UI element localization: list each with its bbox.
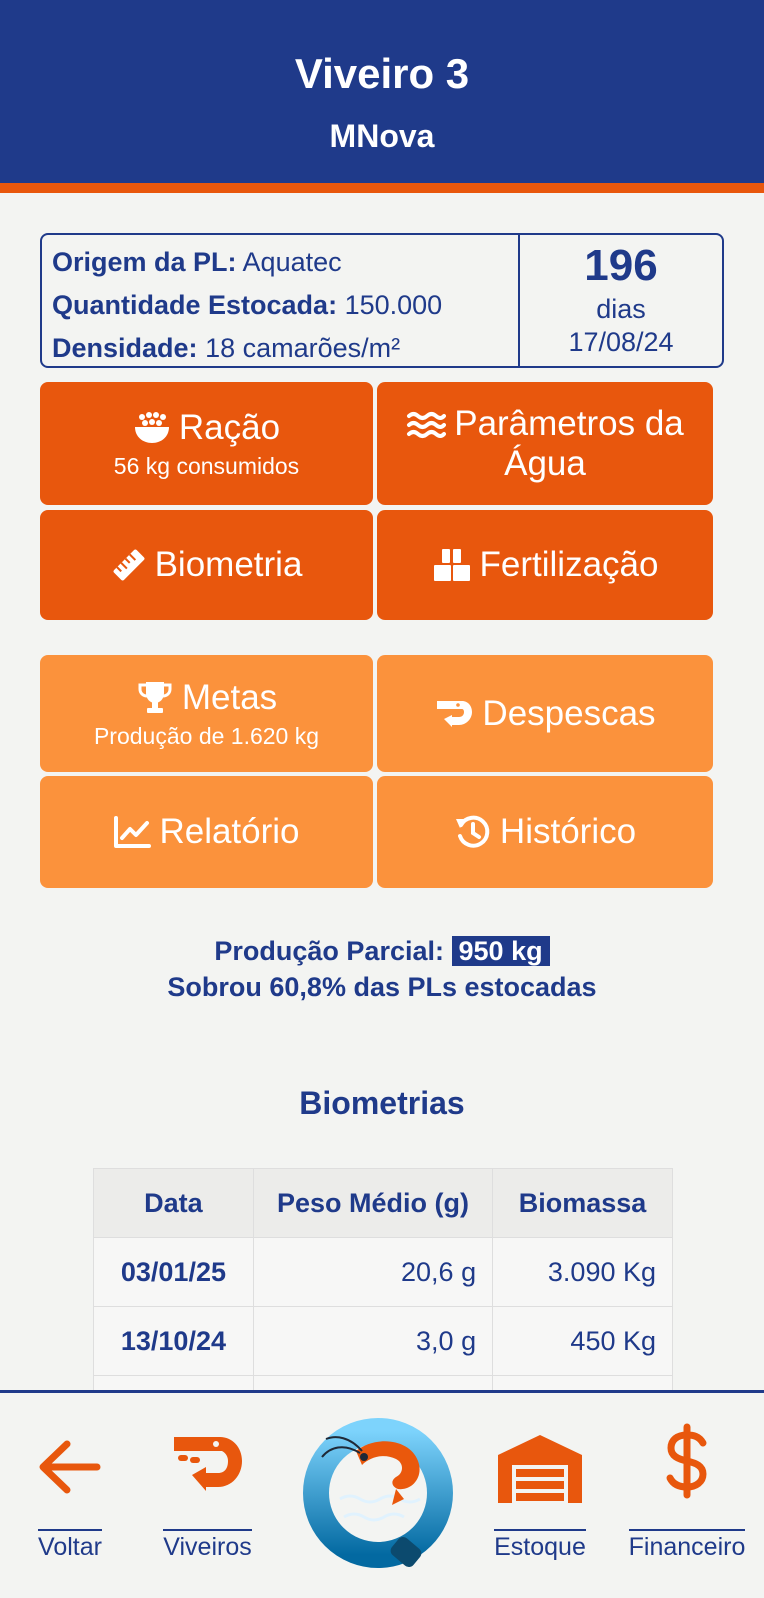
density-label: Densidade:: [52, 333, 198, 363]
cell-biomass: 3.090 Kg: [492, 1237, 673, 1307]
table-row: [93, 1375, 673, 1390]
cell-weight: 20,6 g: [252, 1237, 494, 1307]
days-label: dias: [596, 294, 646, 324]
production-value: 950 kg: [451, 936, 550, 966]
historico-button[interactable]: Histórico: [377, 776, 713, 888]
cell-date: 13/10/24: [93, 1306, 254, 1376]
feed-bowl-icon: [133, 411, 171, 445]
history-icon: [454, 813, 492, 851]
production-label: Produção Parcial:: [214, 936, 444, 966]
stocking-details: Origem da PL: Aquatec Quantidade Estocad…: [42, 235, 520, 366]
stocking-date: 17/08/24: [568, 327, 674, 357]
despescas-button[interactable]: Despescas: [377, 655, 713, 772]
nav-ponds-label: Viveiros: [163, 1529, 252, 1561]
fertilizacao-label: Fertilização: [479, 545, 659, 584]
column-header-date: Data: [93, 1168, 254, 1238]
farm-name: MNova: [329, 118, 435, 154]
table-row: 03/01/25 20,6 g 3.090 Kg: [93, 1237, 673, 1307]
cell-weight: [252, 1375, 494, 1390]
table-header-row: Data Peso Médio (g) Biomassa: [93, 1168, 673, 1238]
cell-date: 03/01/25: [93, 1237, 254, 1307]
fertilizacao-button[interactable]: Fertilização: [377, 510, 713, 620]
production-line: Produção Parcial: 950 kg: [0, 933, 764, 969]
warehouse-icon: [485, 1431, 595, 1505]
nav-ponds-label-wrap: Viveiros: [150, 1529, 265, 1562]
trophy-icon: [136, 679, 174, 717]
biometria-button[interactable]: Biometria: [40, 510, 373, 620]
cell-biomass: 450 Kg: [492, 1306, 673, 1376]
dollar-icon: [622, 1423, 752, 1499]
nav-stock-label-wrap: Estoque: [485, 1529, 595, 1562]
column-header-biomass: Biomassa: [492, 1168, 673, 1238]
table-row: 13/10/24 3,0 g 450 Kg: [93, 1306, 673, 1376]
biometria-label: Biometria: [154, 545, 303, 584]
nav-back[interactable]: Voltar: [20, 1393, 120, 1593]
metas-goal: Produção de 1.620 kg: [93, 723, 320, 749]
nav-back-label: Voltar: [38, 1529, 102, 1561]
cell-weight: 3,0 g: [252, 1306, 494, 1376]
nav-finance-label-wrap: Financeiro: [622, 1529, 752, 1562]
cycle-days: 196 dias 17/08/24: [520, 235, 722, 366]
relatorio-label: Relatório: [159, 812, 300, 851]
arrow-left-icon: [20, 1438, 120, 1496]
days-count: 196: [584, 241, 658, 290]
parametros-label: Parâmetros da Água: [454, 403, 684, 483]
bottom-navigation: Voltar Viveiros Estoque Financeiro: [0, 1390, 764, 1598]
racao-consumed: 56 kg consumidos: [113, 453, 300, 479]
production-summary: Produção Parcial: 950 kg Sobrou 60,8% da…: [0, 933, 764, 1005]
origin-value: Aquatec: [242, 247, 342, 277]
remaining-pls: Sobrou 60,8% das PLs estocadas: [167, 972, 597, 1002]
origin-line: Origem da PL: Aquatec: [52, 241, 508, 284]
relatorio-button[interactable]: Relatório: [40, 776, 373, 888]
density-value: 18 camarões/m²: [205, 333, 401, 363]
nav-finance-label: Financeiro: [628, 1529, 746, 1561]
app-logo[interactable]: [300, 1413, 460, 1578]
boxes-icon: [432, 547, 472, 583]
metas-button[interactable]: Metas Produção de 1.620 kg: [40, 655, 373, 772]
origin-label: Origem da PL:: [52, 247, 237, 277]
historico-label: Histórico: [499, 812, 637, 851]
pond-info-card: Origem da PL: Aquatec Quantidade Estocad…: [40, 233, 724, 368]
nav-finance[interactable]: Financeiro: [622, 1393, 752, 1593]
biometrias-title: Biometrias: [299, 1085, 465, 1121]
parametros-label-wrap: Parâmetros da Água: [377, 404, 713, 484]
nav-stock-label: Estoque: [494, 1529, 586, 1561]
biometrias-table: Data Peso Médio (g) Biomassa 03/01/25 20…: [93, 1168, 673, 1390]
density-line: Densidade: 18 camarões/m²: [52, 327, 508, 370]
shrimp-icon: [434, 697, 474, 731]
quantity-value: 150.000: [344, 290, 443, 320]
pond-title: Viveiro 3: [294, 50, 470, 97]
parametros-agua-button[interactable]: Parâmetros da Água: [377, 382, 713, 505]
nav-ponds[interactable]: Viveiros: [150, 1393, 265, 1593]
cell-date: [93, 1375, 254, 1390]
quantity-line: Quantidade Estocada: 150.000: [52, 284, 508, 327]
racao-label: Ração: [178, 408, 281, 447]
water-waves-icon: [406, 410, 447, 440]
line-chart-icon: [113, 815, 152, 849]
shrimp-icon: [150, 1431, 265, 1497]
biometrias-table-wrap[interactable]: Data Peso Médio (g) Biomassa 03/01/25 20…: [93, 1168, 673, 1390]
metas-label: Metas: [181, 678, 278, 717]
racao-button[interactable]: Ração 56 kg consumidos: [40, 382, 373, 505]
ruler-icon: [111, 547, 147, 583]
quantity-label: Quantidade Estocada:: [52, 290, 338, 320]
despescas-label: Despescas: [482, 693, 656, 733]
column-header-weight: Peso Médio (g): [252, 1168, 494, 1238]
app-header: Viveiro 3 MNova: [0, 0, 764, 193]
nav-back-label-wrap: Voltar: [20, 1529, 120, 1562]
cell-biomass: [492, 1375, 673, 1390]
nav-stock[interactable]: Estoque: [485, 1393, 595, 1593]
